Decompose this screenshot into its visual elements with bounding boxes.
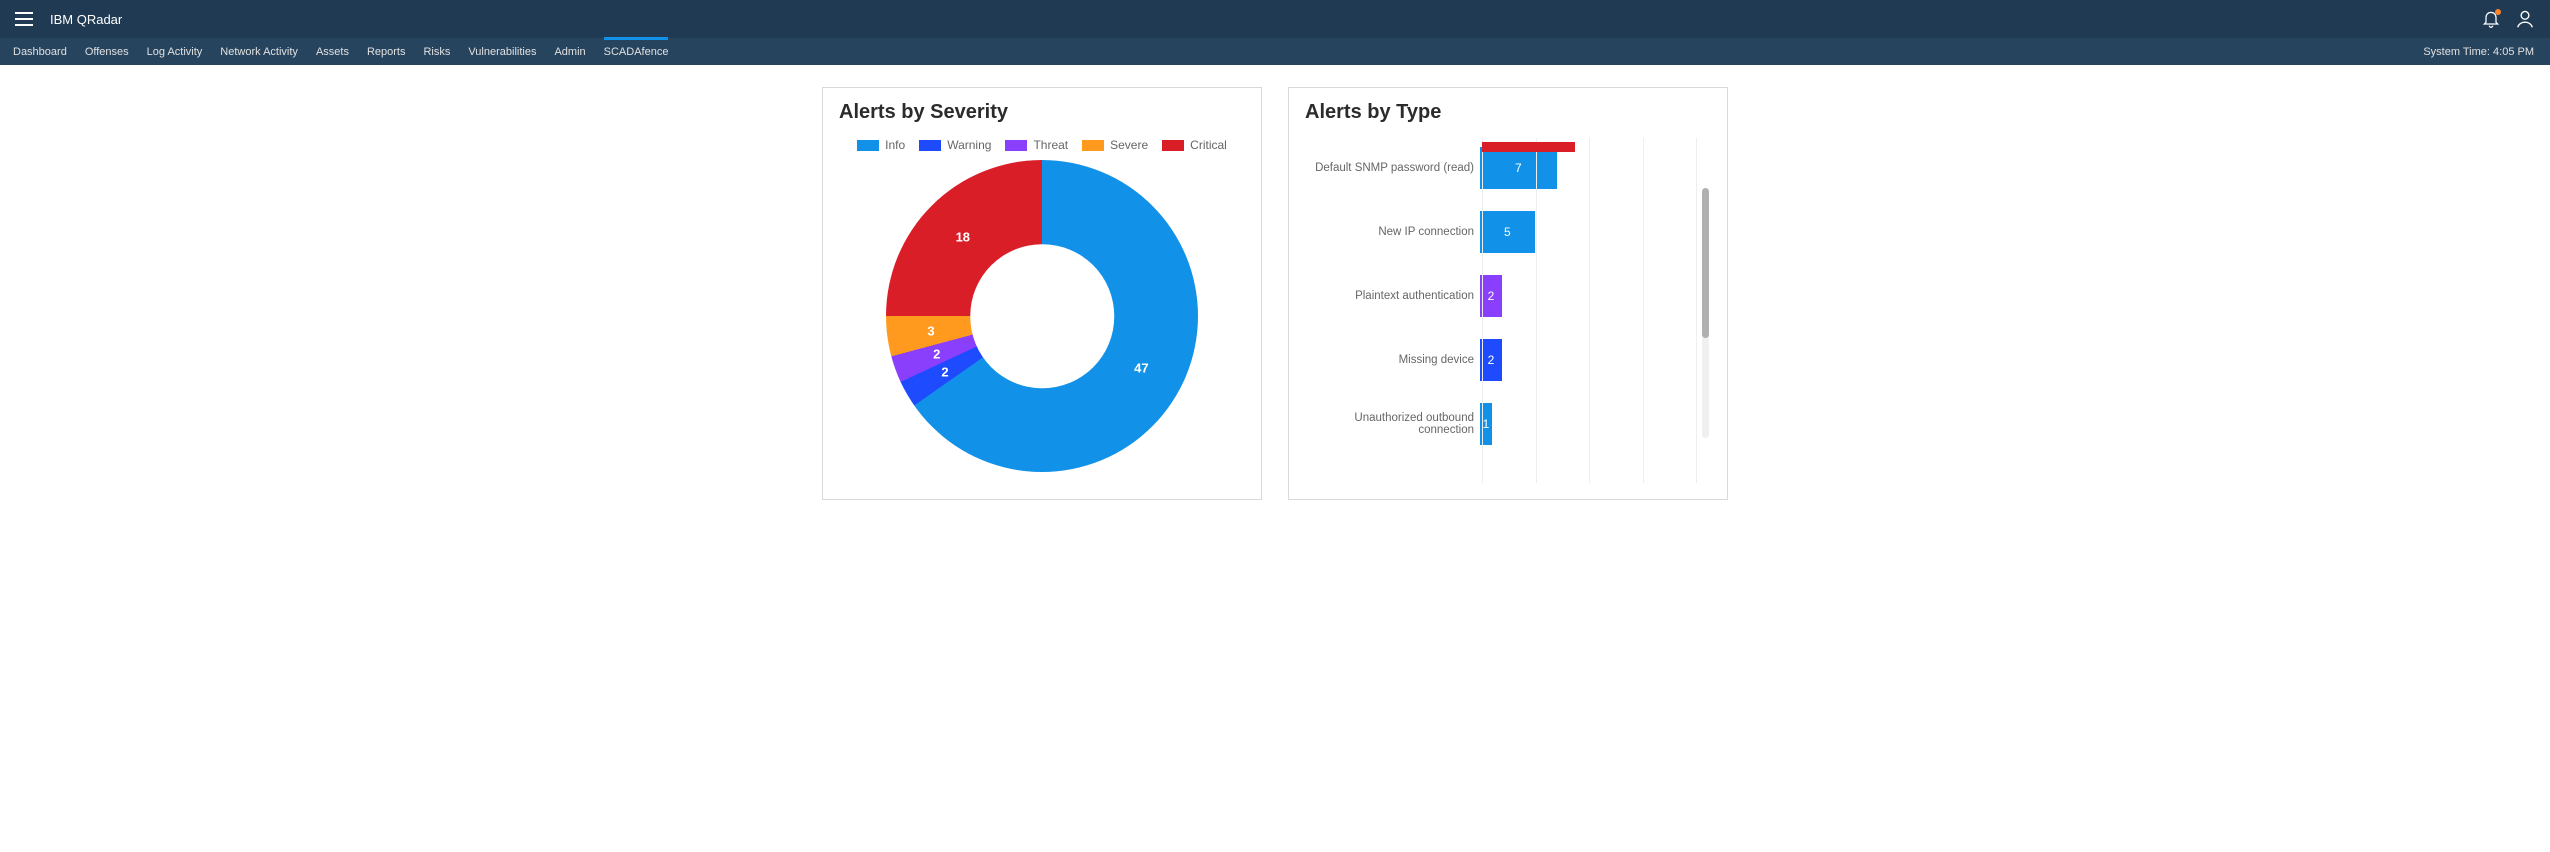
bar-value[interactable]: 5 — [1480, 211, 1535, 253]
nav-assets[interactable]: Assets — [307, 38, 358, 65]
nav-offenses[interactable]: Offenses — [76, 38, 138, 65]
card-alerts-by-type: Alerts by Type Default SNMP password (re… — [1288, 87, 1728, 500]
nav-dashboard[interactable]: Dashboard — [4, 38, 76, 65]
nav-reports[interactable]: Reports — [358, 38, 415, 65]
legend-info[interactable]: Info — [857, 138, 905, 152]
legend-severe[interactable]: Severe — [1082, 138, 1148, 152]
user-button[interactable] — [2508, 3, 2542, 35]
notifications-button[interactable] — [2474, 3, 2508, 35]
bar-row: Missing device2 — [1305, 348, 1699, 372]
bar-category-label: Missing device — [1305, 354, 1480, 366]
bar-top-stripe — [1482, 142, 1575, 152]
bar-value[interactable]: 2 — [1480, 339, 1502, 381]
donut-chart[interactable]: 47 22 3 18 — [886, 160, 1198, 472]
donut-value-label: 18 — [956, 229, 970, 244]
donut-value-label: 3 — [927, 323, 934, 338]
system-time: System Time: 4:05 PM — [2411, 46, 2546, 58]
user-icon — [2514, 8, 2536, 30]
app-title: IBM QRadar — [50, 12, 122, 27]
bar-category-label: New IP connection — [1305, 226, 1480, 238]
nav-scadafence[interactable]: SCADAfence — [595, 38, 678, 65]
content: Alerts by Severity Info Warning Threat S… — [0, 65, 2550, 540]
legend-critical[interactable]: Critical — [1162, 138, 1227, 152]
bar-row: Plaintext authentication2 — [1305, 284, 1699, 308]
notification-dot-icon — [2495, 9, 2501, 15]
donut-value-label: 2 — [941, 365, 948, 380]
hamburger-icon — [15, 12, 33, 26]
bar-value[interactable]: 7 — [1480, 147, 1557, 189]
bar-category-label: Default SNMP password (read) — [1305, 162, 1480, 174]
topbar: IBM QRadar — [0, 0, 2550, 38]
bar-value[interactable]: 1 — [1480, 403, 1492, 445]
card-title: Alerts by Type — [1305, 101, 1711, 124]
legend-warning[interactable]: Warning — [919, 138, 991, 152]
nav-admin[interactable]: Admin — [545, 38, 594, 65]
nav-log-activity[interactable]: Log Activity — [138, 38, 212, 65]
bar-row: New IP connection5 — [1305, 220, 1699, 244]
nav-network-activity[interactable]: Network Activity — [211, 38, 307, 65]
legend-threat[interactable]: Threat — [1005, 138, 1068, 152]
nav-risks[interactable]: Risks — [414, 38, 459, 65]
donut-value-label: 2 — [933, 347, 940, 362]
scrollbar-thumb[interactable] — [1702, 188, 1709, 338]
bar-row: Default SNMP password (read)7 — [1305, 156, 1699, 180]
nav-vulnerabilities[interactable]: Vulnerabilities — [459, 38, 545, 65]
menu-button[interactable] — [8, 3, 40, 35]
navbar: Dashboard Offenses Log Activity Network … — [0, 38, 2550, 65]
bar-row: Unauthorized outbound connection1 — [1305, 412, 1699, 436]
donut-value-label: 47 — [1134, 360, 1148, 375]
bar-value[interactable]: 2 — [1480, 275, 1502, 317]
bar-category-label: Plaintext authentication — [1305, 290, 1480, 302]
bar-category-label: Unauthorized outbound connection — [1305, 412, 1480, 436]
bar-chart[interactable]: Default SNMP password (read)7 New IP conn… — [1305, 138, 1711, 483]
severity-legend: Info Warning Threat Severe Critical — [839, 138, 1245, 152]
card-alerts-by-severity: Alerts by Severity Info Warning Threat S… — [822, 87, 1262, 500]
card-title: Alerts by Severity — [839, 101, 1245, 124]
